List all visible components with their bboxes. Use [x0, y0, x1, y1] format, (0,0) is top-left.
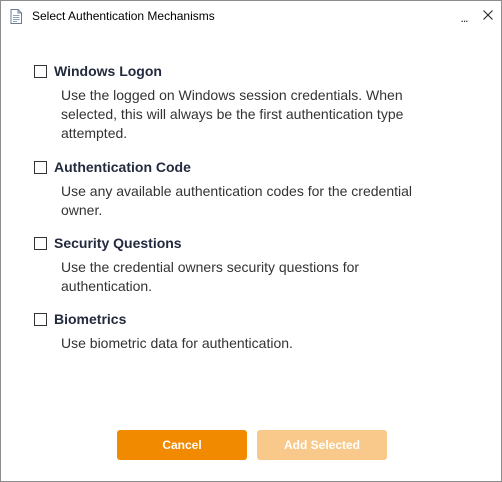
option-description: Use the credential owners security quest… [61, 259, 360, 294]
dialog-window: Select Authentication Mechanisms ... Win… [0, 0, 502, 482]
close-button[interactable] [477, 5, 499, 27]
more-options-icon: ... [460, 11, 468, 25]
option-title: Biometrics [54, 311, 127, 327]
option-title: Authentication Code [54, 159, 191, 175]
title-bar: Select Authentication Mechanisms ... [1, 1, 501, 33]
windows-logon-checkbox[interactable] [34, 65, 47, 78]
option-title: Security Questions [54, 235, 182, 251]
option-description: Use the logged on Windows session creden… [61, 87, 404, 141]
window-title: Select Authentication Mechanisms [32, 9, 215, 23]
cancel-button[interactable]: Cancel [117, 430, 247, 460]
document-icon [10, 9, 22, 24]
more-options-button[interactable]: ... [453, 5, 475, 27]
close-icon [483, 7, 493, 25]
security-questions-checkbox[interactable] [34, 237, 47, 250]
add-selected-button[interactable]: Add Selected [257, 430, 387, 460]
option-description: Use biometric data for authentication. [61, 335, 293, 351]
authentication-code-checkbox[interactable] [34, 161, 47, 174]
option-description: Use any available authentication codes f… [61, 183, 412, 218]
biometrics-checkbox[interactable] [34, 313, 47, 326]
option-title: Windows Logon [54, 63, 162, 79]
